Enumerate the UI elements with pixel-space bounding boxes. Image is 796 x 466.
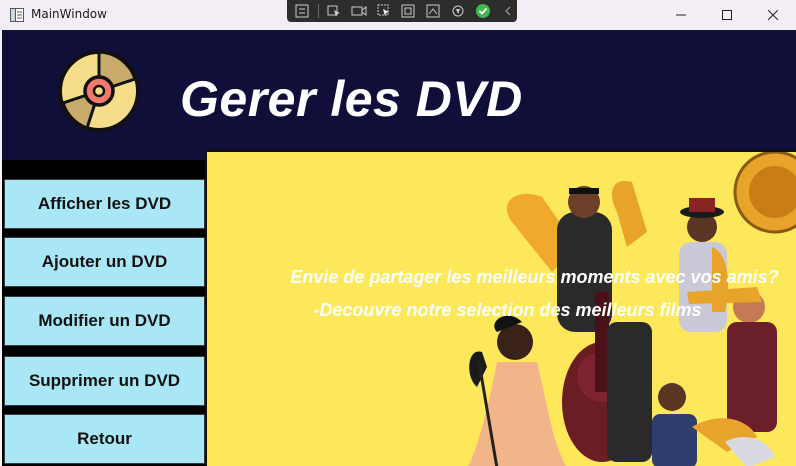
- hot-reload-icon[interactable]: [449, 2, 468, 20]
- supprimer-dvd-button[interactable]: Supprimer un DVD: [4, 356, 205, 406]
- maximize-button[interactable]: [704, 0, 750, 30]
- ajouter-dvd-button[interactable]: Ajouter un DVD: [4, 237, 205, 287]
- banner-line-2: -Decouvre notre selection des meilleurs …: [313, 300, 702, 320]
- select-element-icon[interactable]: [325, 2, 344, 20]
- dvd-disc-icon: [58, 50, 140, 132]
- main-window: Gerer les DVD Afficher les DVD Ajouter u…: [2, 30, 796, 466]
- minimize-button[interactable]: [658, 0, 704, 30]
- title-bar: MainWindow: [0, 0, 796, 30]
- minimize-icon: [676, 14, 686, 16]
- retour-button[interactable]: Retour: [4, 414, 205, 464]
- close-button[interactable]: [750, 0, 796, 30]
- toolbar-separator: [317, 4, 319, 18]
- video-icon[interactable]: [350, 2, 369, 20]
- live-tree-icon[interactable]: [293, 2, 312, 20]
- window-title: MainWindow: [31, 7, 107, 21]
- adorner-icon[interactable]: [399, 2, 418, 20]
- header: Gerer les DVD: [2, 30, 796, 160]
- modifier-dvd-button[interactable]: Modifier un DVD: [4, 296, 205, 346]
- afficher-dvd-button[interactable]: Afficher les DVD: [4, 179, 205, 229]
- app-window-icon: [10, 8, 24, 22]
- collapse-chevron-icon[interactable]: [498, 2, 517, 20]
- layout-adorner-icon[interactable]: [424, 2, 443, 20]
- cursor-select-icon[interactable]: [374, 2, 393, 20]
- maximize-icon: [722, 10, 732, 20]
- banner-line-1: Envie de partager les meilleurs moments …: [290, 267, 779, 287]
- close-icon: [768, 10, 778, 20]
- page-title: Gerer les DVD: [180, 71, 523, 127]
- content-panel: Envie de partager les meilleurs moments …: [205, 150, 796, 466]
- sidebar: Afficher les DVD Ajouter un DVD Modifier…: [2, 160, 207, 466]
- debug-toolbar: [287, 0, 517, 22]
- check-status-icon[interactable]: [473, 2, 492, 20]
